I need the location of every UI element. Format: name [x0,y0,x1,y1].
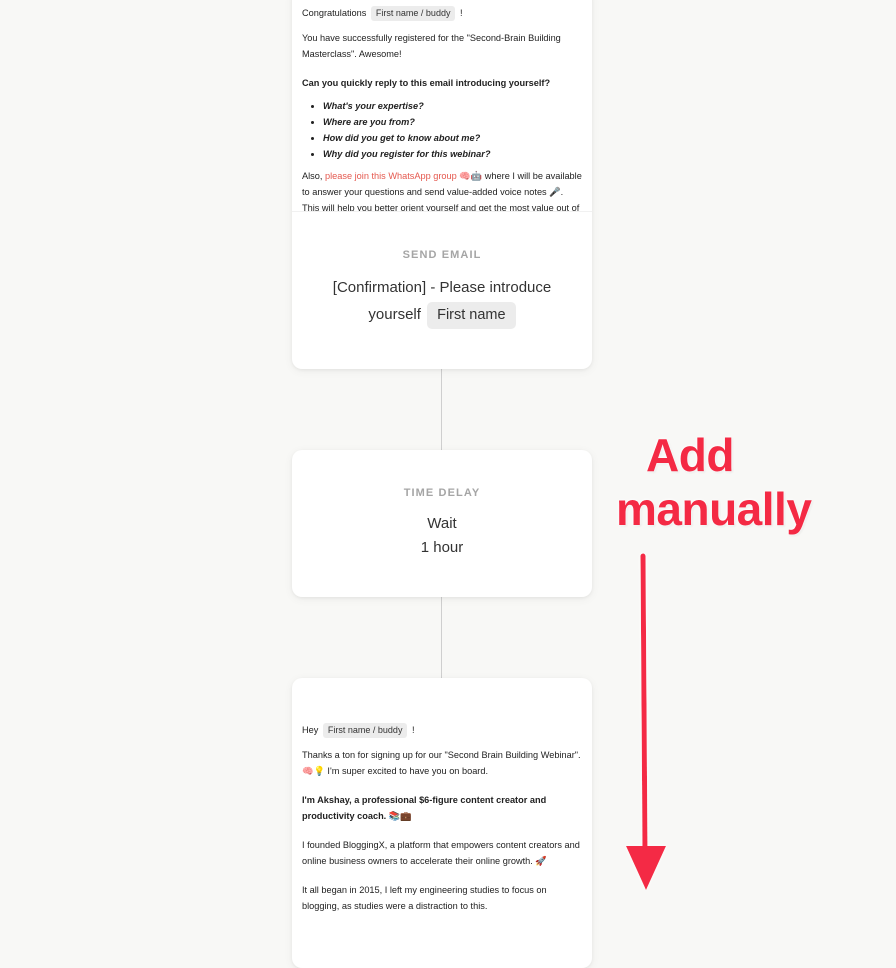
delay-value: Wait 1 hour [420,515,464,556]
preview-paragraph: Thanks a ton for signing up for our "Sec… [302,750,581,776]
merge-tag-chip: First name / buddy [322,723,408,738]
merge-tag-chip: First name / buddy [370,6,456,21]
preview-paragraph: I'm Akshay, a professional $6-figure con… [302,795,547,821]
list-item: How did you get to know about me? [323,130,582,146]
preview-paragraph: You have successfully registered for the… [302,33,561,59]
preview-greeting: Congratulations First name / buddy ! [302,5,582,21]
preview-paragraph: It all began in 2015, I left my engineer… [302,885,547,911]
annotation-text: Add manually [616,429,812,535]
email-preview: Hey First name / buddy ! Thanks a ton fo… [292,678,592,914]
email-preview: Congratulations First name / buddy ! You… [292,0,592,211]
email-subject: [Confirmation] - Please introduce yourse… [292,274,592,329]
list-item: What's your expertise? [323,98,582,114]
preview-paragraph: I founded BloggingX, a platform that emp… [302,840,580,866]
flow-connector [441,597,442,678]
time-delay-step-card[interactable]: TIME DELAY Wait 1 hour [292,450,592,597]
preview-paragraph: Also, please join this WhatsApp group 🧠🤖… [302,171,582,211]
whatsapp-group-link[interactable]: please join this WhatsApp group [325,171,457,181]
step-type-label: TIME DELAY [403,487,481,499]
merge-tag-chip: First name [427,302,516,329]
flow-connector [441,369,442,450]
list-item: Where are you from? [323,114,582,130]
preview-bullet-list: What's your expertise? Where are you fro… [302,98,582,162]
preview-question: Can you quickly reply to this email intr… [302,78,551,88]
step-type-label: SEND EMAIL [402,249,482,261]
preview-greeting: Hey First name / buddy ! [302,722,582,738]
list-item: Why did you register for this webinar? [323,146,582,162]
annotation-arrow-icon [626,553,666,890]
send-email-step-card[interactable]: Hey First name / buddy ! Thanks a ton fo… [292,678,592,968]
send-email-step-card[interactable]: Congratulations First name / buddy ! You… [292,0,592,369]
